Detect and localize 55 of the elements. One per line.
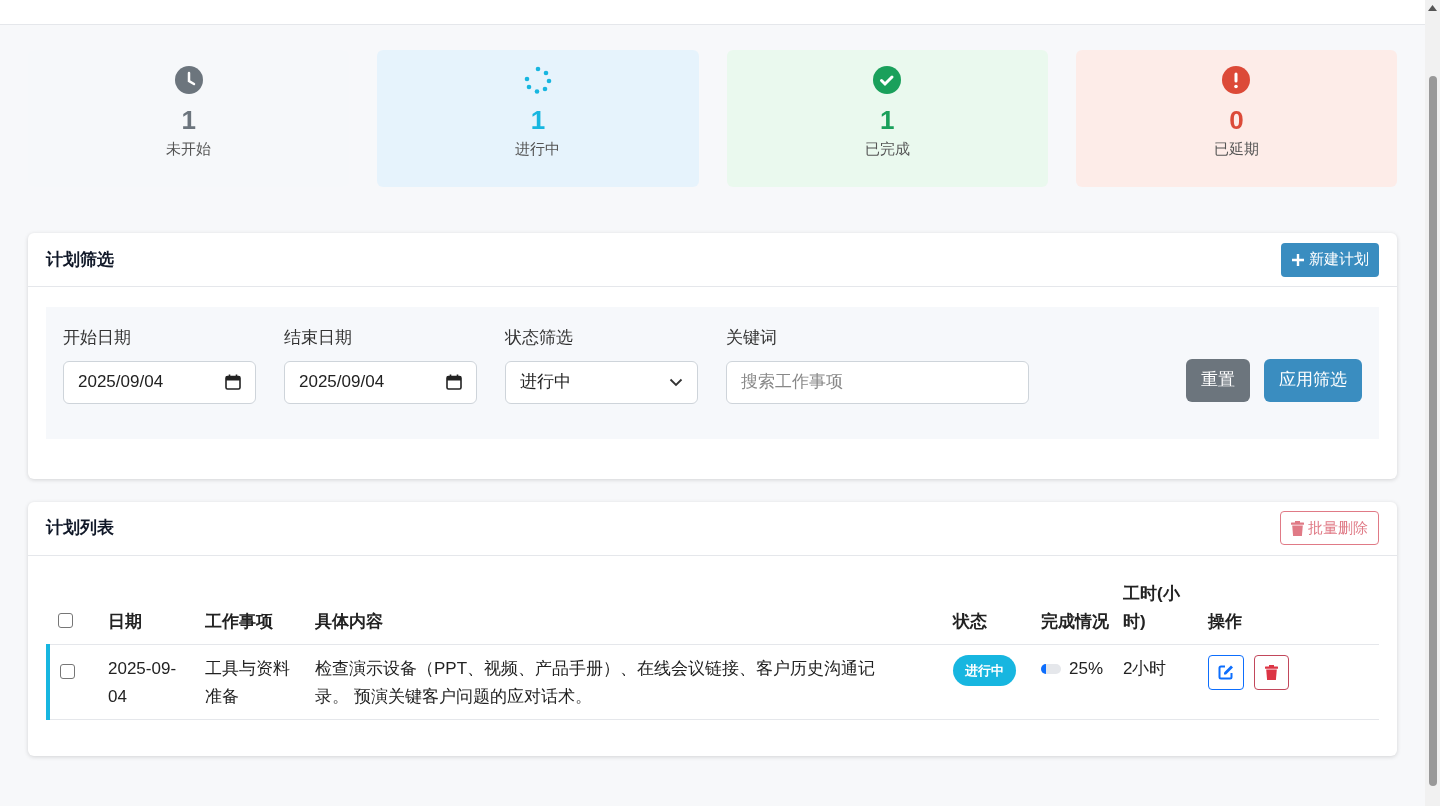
stat-label: 已完成 bbox=[864, 139, 910, 159]
edit-icon bbox=[1218, 664, 1234, 680]
date-field[interactable]: 2025/09/04 bbox=[284, 360, 477, 404]
reset-button[interactable]: 重置 bbox=[1186, 358, 1250, 402]
column-header: 状态 bbox=[953, 611, 987, 631]
spinner-icon bbox=[523, 66, 552, 94]
table-cell: 工具与资料准备 bbox=[205, 658, 290, 706]
check-circle-icon bbox=[873, 66, 902, 94]
column-header: 完成情况 bbox=[1041, 611, 1109, 631]
chevron-down-icon bbox=[669, 377, 683, 387]
scrollbar-thumb[interactable] bbox=[1428, 76, 1437, 786]
stat-count: 1 bbox=[530, 104, 546, 136]
calendar-icon bbox=[446, 374, 462, 390]
table-cell: 2小时 bbox=[1123, 658, 1167, 678]
plus-icon bbox=[1291, 252, 1305, 267]
stat-label: 已延期 bbox=[1213, 139, 1259, 159]
field-label: 状态筛选 bbox=[505, 327, 574, 349]
field-label: 关键词 bbox=[726, 327, 778, 349]
scroll-up-icon[interactable] bbox=[1428, 5, 1437, 11]
batch-delete-button[interactable]: 批量删除 bbox=[1280, 511, 1379, 545]
trash-icon bbox=[1291, 520, 1304, 536]
checkbox[interactable] bbox=[60, 663, 75, 679]
column-header: 工时(小时) bbox=[1123, 583, 1180, 631]
scrollbar[interactable] bbox=[1425, 0, 1440, 806]
column-header: 工作事项 bbox=[205, 611, 273, 631]
table-cell: 2025-09-04 bbox=[108, 658, 177, 706]
exclamation-circle-icon bbox=[1222, 66, 1251, 94]
stat-count: 0 bbox=[1229, 104, 1244, 136]
date-value: 2025/09/04 bbox=[299, 371, 386, 394]
calendar-icon bbox=[225, 374, 241, 390]
new-plan-button[interactable]: 新建计划 bbox=[1281, 242, 1379, 277]
clock-icon bbox=[174, 66, 203, 94]
trash-icon bbox=[1265, 664, 1278, 680]
apply-filter-button[interactable]: 应用筛选 bbox=[1264, 358, 1362, 402]
progress-percent: 25% bbox=[1069, 657, 1104, 680]
status-badge: 进行中 bbox=[953, 654, 1016, 686]
field-label: 开始日期 bbox=[63, 327, 132, 349]
date-value: 2025/09/04 bbox=[78, 371, 165, 394]
panel-title: 计划筛选 bbox=[46, 248, 114, 271]
column-header: 日期 bbox=[108, 611, 142, 631]
stat-count: 1 bbox=[181, 104, 196, 136]
column-header: 操作 bbox=[1208, 611, 1242, 631]
delete-button[interactable] bbox=[1254, 654, 1289, 690]
stat-label: 未开始 bbox=[166, 139, 212, 159]
stat-count: 1 bbox=[879, 104, 895, 136]
table-cell: 检查演示设备（PPT、视频、产品手册）、在线会议链接、客户历史沟通记录。 预演关键客户问题的应对话术。 bbox=[315, 658, 876, 706]
edit-button[interactable] bbox=[1208, 654, 1244, 690]
date-field[interactable]: 2025/09/04 bbox=[63, 360, 256, 404]
checkbox[interactable] bbox=[58, 613, 73, 628]
column-header: 具体内容 bbox=[315, 611, 383, 631]
status-select[interactable]: 进行中 bbox=[505, 360, 698, 404]
stat-label: 进行中 bbox=[515, 139, 561, 159]
keyword-field[interactable]: 搜索工作事项 bbox=[726, 360, 1029, 404]
panel-title: 计划列表 bbox=[46, 517, 114, 540]
field-label: 结束日期 bbox=[284, 327, 353, 349]
